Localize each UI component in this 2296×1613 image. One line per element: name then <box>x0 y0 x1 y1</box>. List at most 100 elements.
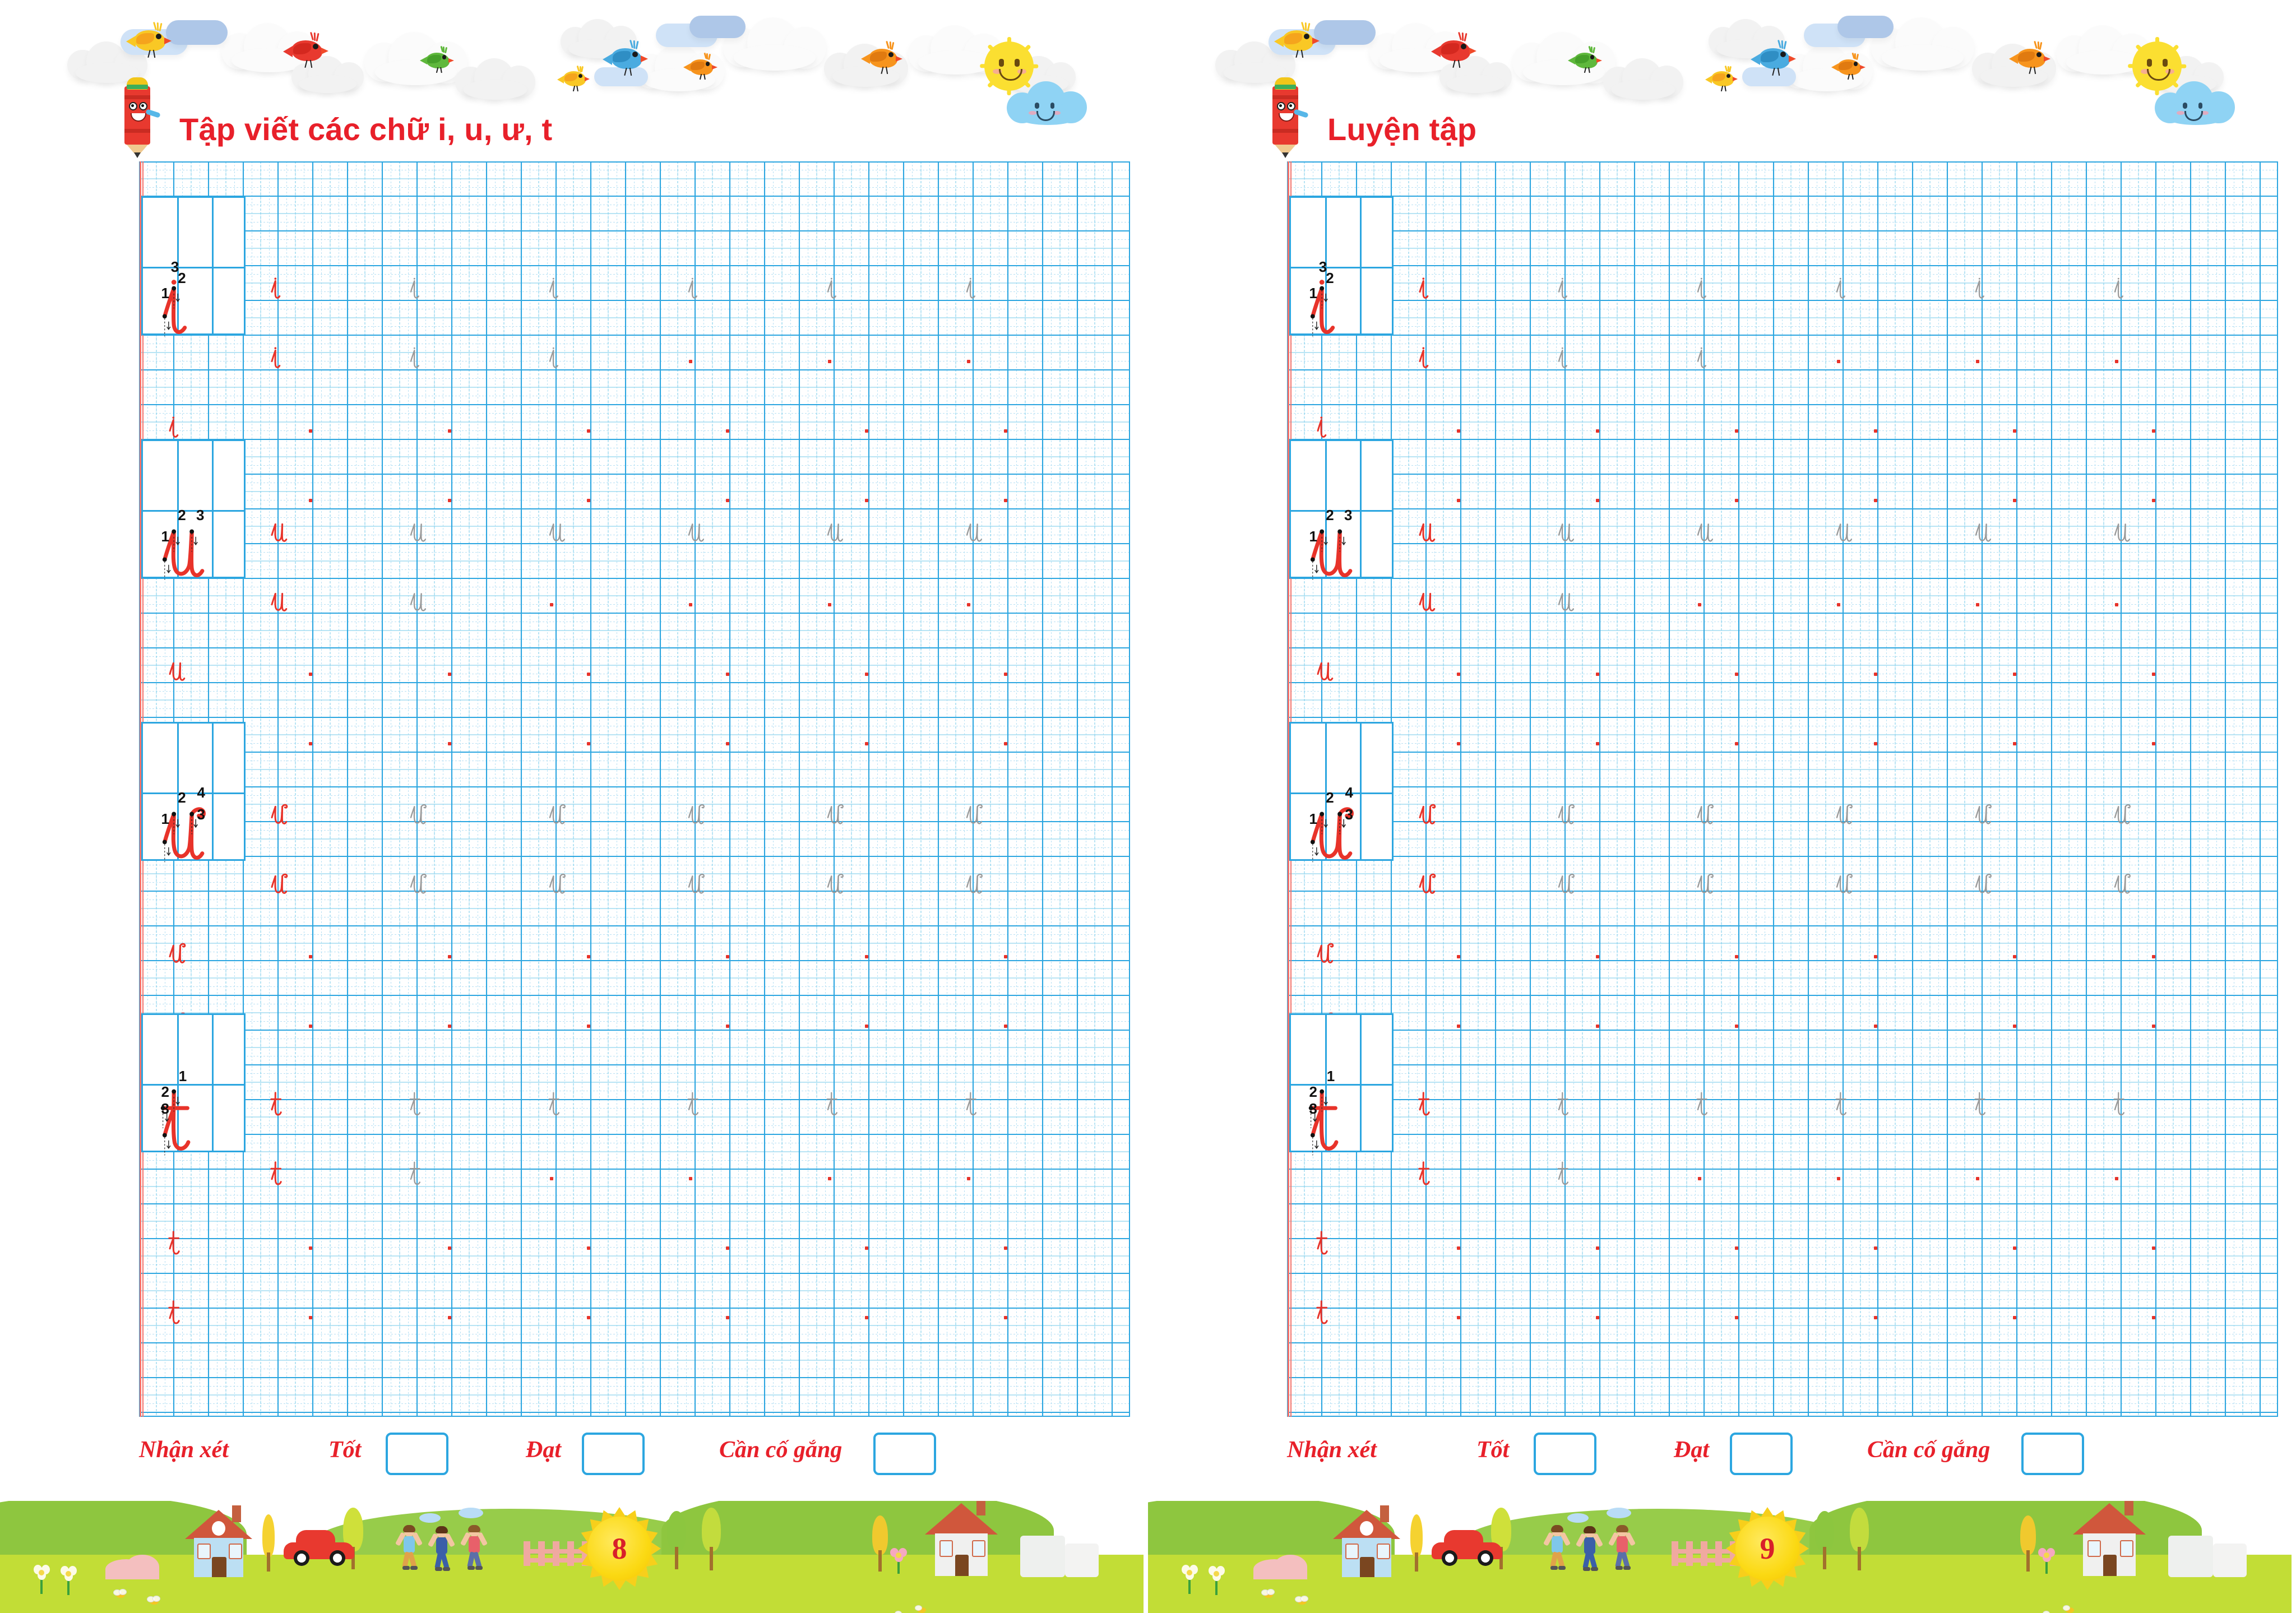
house-window <box>939 1540 953 1557</box>
letter-glyph-ư <box>1419 804 1436 824</box>
pencil-lead <box>1282 152 1289 158</box>
bird-tail <box>861 54 871 64</box>
letter-u <box>1696 516 1713 542</box>
house-window <box>1377 1544 1390 1559</box>
letter-glyph-i <box>549 347 558 368</box>
letter-glyph-ư <box>1836 804 1853 824</box>
house-icon <box>925 1501 998 1576</box>
tree-crown <box>1815 1511 1834 1551</box>
house-door <box>1360 1557 1374 1577</box>
tree-trunk <box>878 1550 882 1572</box>
bird-beak <box>1732 77 1738 82</box>
pencil-cap-band <box>127 85 148 89</box>
letter-glyph-t <box>168 1231 180 1255</box>
letter-glyph-u <box>1975 523 1991 542</box>
letter-glyph-u <box>1697 523 1713 542</box>
model-box-divider <box>1359 198 1362 333</box>
letter-t <box>687 1090 699 1117</box>
letter-ư <box>409 799 428 824</box>
stroke-number: 3 <box>196 507 205 524</box>
letter-glyph-ư <box>966 804 983 824</box>
letter-glyph-ư <box>271 873 288 894</box>
letter-glyph-u <box>1317 662 1334 681</box>
bird-tail <box>1831 63 1839 72</box>
bee-icon <box>113 1589 127 1598</box>
evaluation-option-label-tot: Tốt <box>1476 1437 1510 1463</box>
start-dot <box>448 1246 451 1250</box>
letter-t <box>270 1160 282 1186</box>
evaluation-checkbox-cancogang[interactable] <box>2021 1433 2084 1475</box>
evaluation-checkbox-dat[interactable] <box>582 1433 645 1475</box>
tree-icon <box>1850 1508 1869 1575</box>
title-row-right: Luyện tập <box>1148 77 2292 158</box>
house-icon <box>2073 1501 2146 1576</box>
car-icon <box>1432 1530 1502 1566</box>
start-dot <box>967 603 970 606</box>
cloud-icon <box>1567 1513 1589 1523</box>
letter-model-box-i <box>1289 196 1394 335</box>
start-dot <box>2013 1316 2016 1319</box>
bird-tail <box>2009 54 2019 64</box>
letter-ư <box>826 799 845 824</box>
sun-eye <box>2163 58 2168 67</box>
cloud-lobe <box>463 80 527 100</box>
letter-glyph-ư <box>271 804 288 824</box>
writing-grid-frame <box>1287 161 2278 1417</box>
pencil-pupil <box>131 104 134 107</box>
letter-glyph-u <box>1558 523 1574 542</box>
start-dot <box>1735 742 1738 745</box>
start-dot <box>587 499 590 502</box>
letter-glyph-u <box>966 523 982 542</box>
start-dot <box>1837 360 1840 363</box>
evaluation-option-label-dat: Đạt <box>526 1437 561 1463</box>
stroke-number: 1 <box>178 1067 187 1084</box>
letter-glyph-ư <box>1558 873 1575 894</box>
start-dot <box>2152 499 2155 502</box>
bird-tail <box>1274 35 1284 47</box>
bird-tail <box>603 53 612 65</box>
flower-icon <box>1209 1566 1225 1595</box>
house-gable-window <box>1360 1521 1373 1536</box>
sun-disc <box>2132 41 2182 91</box>
start-dot <box>2115 360 2118 363</box>
model-box-divider <box>1359 1015 1362 1151</box>
bird-beak <box>584 77 590 82</box>
kid-torso <box>1552 1536 1563 1553</box>
start-dot <box>1596 1025 1599 1028</box>
evaluation-checkbox-tot[interactable] <box>386 1433 448 1475</box>
stroke-number: 2 <box>161 1083 170 1100</box>
bird-beak <box>164 38 172 45</box>
letter-glyph-t <box>548 1092 560 1116</box>
kid-icon <box>427 1526 456 1574</box>
writing-sheet-left: 1231231234123 <box>139 161 1130 1417</box>
kid-shoe <box>410 1566 418 1570</box>
evaluation-option-label-cancogang: Cần cố gắng <box>1867 1437 1991 1463</box>
house-window <box>2120 1540 2133 1557</box>
start-dot <box>1735 673 1738 676</box>
letter-glyph-i <box>1419 347 1429 368</box>
cloud-lobe <box>733 45 816 71</box>
evaluation-checkbox-dat[interactable] <box>1730 1433 1793 1475</box>
evaluation-checkbox-tot[interactable] <box>1534 1433 1596 1475</box>
letter-i <box>409 273 420 299</box>
tree-crown <box>2020 1515 2036 1555</box>
letter-i <box>1835 273 1846 299</box>
model-box-divider <box>1359 441 1362 577</box>
start-dot <box>1837 1177 1840 1180</box>
start-dot <box>1004 1025 1007 1028</box>
start-dot <box>1004 499 1007 502</box>
letter-glyph-t <box>1696 1092 1708 1116</box>
start-dot <box>1596 429 1599 433</box>
start-dot <box>1004 429 1007 433</box>
writing-grid-frame <box>139 161 1130 1417</box>
flower-icon <box>890 1548 907 1574</box>
evaluation-checkbox-cancogang[interactable] <box>873 1433 936 1475</box>
tree-icon <box>1815 1511 1834 1574</box>
kid-shoe <box>1623 1566 1631 1570</box>
cloud-icon <box>1314 20 1376 45</box>
letter-glyph-u <box>827 523 843 542</box>
flower-core <box>1214 1571 1219 1577</box>
flower-icon <box>61 1566 77 1595</box>
page-number: 8 <box>612 1532 627 1565</box>
bird-tail <box>283 45 293 57</box>
